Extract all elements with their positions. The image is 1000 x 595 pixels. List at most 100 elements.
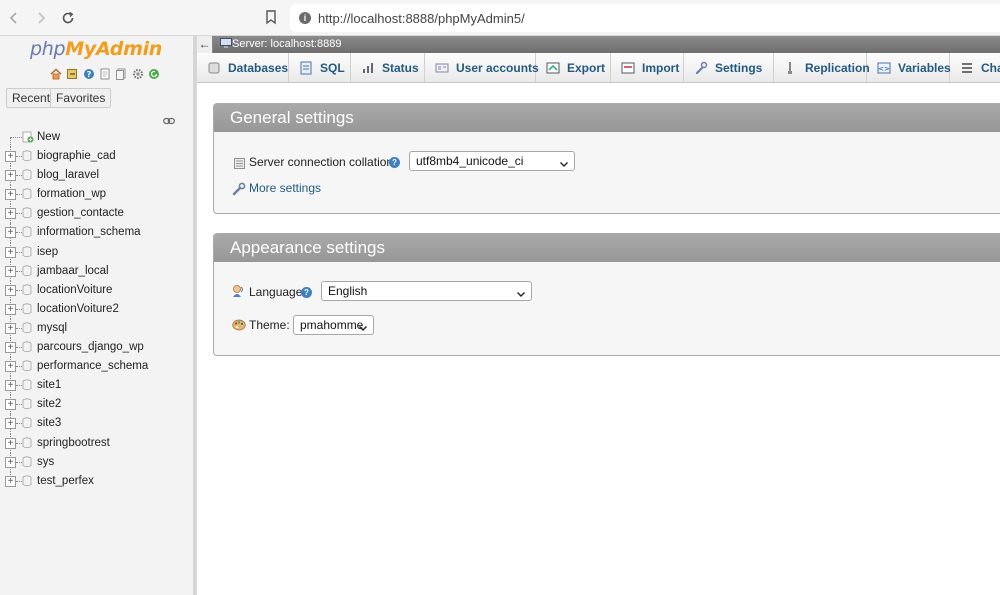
tree-item-new[interactable]: New [0, 128, 193, 147]
database-icon [22, 207, 32, 219]
panel-resizer[interactable] [193, 36, 197, 595]
favorites-button[interactable]: Favorites [50, 88, 112, 108]
tree-item-database[interactable]: + sys [0, 452, 193, 472]
expand-plus-icon[interactable]: + [5, 399, 16, 411]
tree-item-label[interactable]: site1 [37, 379, 61, 391]
tree-item-database[interactable]: + gestion_contacte [0, 204, 193, 224]
expand-plus-icon[interactable]: + [5, 189, 16, 201]
expand-plus-icon[interactable]: + [5, 475, 16, 487]
tree-item-database[interactable]: + site3 [0, 414, 193, 434]
tree-item-database[interactable]: + locationVoiture [0, 280, 193, 300]
copy-icon[interactable] [115, 68, 127, 80]
expand-plus-icon[interactable]: + [5, 342, 16, 354]
tree-item-label[interactable]: sys [37, 456, 54, 468]
expand-plus-icon[interactable]: + [5, 284, 16, 296]
database-icon [22, 169, 32, 181]
database-icon [22, 417, 32, 429]
expand-plus-icon[interactable]: + [5, 322, 16, 334]
expand-plus-icon[interactable]: + [5, 208, 16, 220]
expand-plus-icon[interactable]: + [5, 246, 16, 258]
tab-export[interactable]: Export [536, 53, 611, 82]
reload-icon[interactable] [60, 10, 76, 26]
tree-item-database[interactable]: + site1 [0, 376, 193, 396]
tree-item-label[interactable]: site3 [37, 417, 61, 429]
database-tree: New + biographie_cad + blog_laravel + formati… [0, 128, 193, 491]
tree-item-label[interactable]: locationVoiture2 [37, 303, 119, 315]
back-arrow-icon[interactable] [6, 10, 22, 26]
tree-item-label[interactable]: springbootrest [37, 437, 110, 449]
expand-plus-icon[interactable]: + [5, 418, 16, 430]
expand-plus-icon[interactable]: + [5, 456, 16, 468]
tree-item-database[interactable]: + mysql [0, 318, 193, 339]
export-icon [546, 61, 560, 75]
tree-item-label[interactable]: performance_schema [37, 360, 148, 372]
tree-item-label[interactable]: biographie_cad [37, 150, 116, 162]
tab-status[interactable]: Status [351, 53, 425, 82]
address-bar[interactable]: i http://localhost:8888/phpMyAdmin5/ [290, 4, 1000, 32]
expand-plus-icon[interactable]: + [5, 361, 16, 373]
tree-item-database[interactable]: + information_schema [0, 223, 193, 243]
status-icon [361, 61, 375, 75]
tree-item-label[interactable]: information_schema [37, 226, 141, 238]
help-icon[interactable]: ? [389, 157, 400, 168]
tree-item-label[interactable]: locationVoiture [37, 284, 112, 296]
help-icon[interactable]: ? [301, 287, 312, 298]
expand-plus-icon[interactable]: + [5, 380, 16, 392]
recent-button[interactable]: Recent [6, 88, 57, 108]
theme-select[interactable]: pmahomme [293, 315, 374, 335]
tree-item-label[interactable]: blog_laravel [37, 169, 99, 181]
tab-replication[interactable]: Replication [774, 53, 870, 82]
tab-import[interactable]: Import [611, 53, 684, 82]
docs-icon[interactable] [99, 68, 111, 80]
tree-item-database[interactable]: + performance_schema [0, 357, 193, 377]
tree-item-label[interactable]: gestion_contacte [37, 207, 124, 219]
tab-settings[interactable]: Settings [684, 53, 774, 82]
tree-item-label[interactable]: parcours_django_wp [37, 341, 144, 353]
database-icon [22, 226, 32, 238]
more-settings-link[interactable]: More settings [249, 181, 321, 195]
help-icon[interactable]: ? [83, 68, 95, 80]
tree-item-database[interactable]: + isep [0, 242, 193, 262]
expand-plus-icon[interactable]: + [5, 170, 16, 182]
tree-item-label[interactable]: isep [37, 246, 58, 258]
info-icon[interactable]: i [299, 12, 311, 24]
tree-item-label[interactable]: test_perfex [37, 475, 94, 487]
tab-databases[interactable]: Databases [197, 53, 289, 82]
tree-item-database[interactable]: + springbootrest [0, 433, 193, 453]
tree-item-label[interactable]: site2 [37, 398, 61, 410]
tab-cha[interactable]: Cha [950, 53, 1000, 82]
tree-item-database[interactable]: + site2 [0, 395, 193, 415]
collation-select[interactable]: utf8mb4_unicode_ci [409, 151, 575, 171]
collapse-arrow-icon[interactable]: ← [197, 36, 213, 53]
tree-item-database[interactable]: + locationVoiture2 [0, 299, 193, 319]
tree-item-database[interactable]: + blog_laravel [0, 166, 193, 186]
expand-plus-icon[interactable]: + [5, 151, 16, 163]
expand-plus-icon[interactable]: + [5, 265, 16, 277]
phpmyadmin-logo[interactable]: phpMyAdmin [30, 38, 162, 60]
tree-item-database[interactable]: + test_perfex [0, 471, 193, 491]
home-icon[interactable] [50, 68, 62, 80]
tree-item-label[interactable]: mysql [37, 322, 67, 334]
expand-plus-icon[interactable]: + [5, 227, 16, 239]
tree-item-database[interactable]: + jambaar_local [0, 261, 193, 281]
tree-item-database[interactable]: + parcours_django_wp [0, 338, 193, 358]
database-icon [22, 437, 32, 449]
expand-plus-icon[interactable]: + [5, 303, 16, 315]
tree-item-database[interactable]: + biographie_cad [0, 147, 193, 167]
tab-variables[interactable]: <> Variables [867, 53, 951, 82]
tree-item-database[interactable]: + formation_wp [0, 185, 193, 205]
forward-arrow-icon[interactable] [33, 10, 49, 26]
link-icon[interactable] [163, 114, 175, 125]
logout-icon[interactable] [66, 68, 78, 80]
language-select[interactable]: English [321, 281, 532, 301]
tab-sql[interactable]: SQL [289, 53, 351, 82]
bookmark-icon[interactable] [264, 9, 278, 25]
tree-item-label[interactable]: jambaar_local [37, 265, 109, 277]
server-link[interactable]: Server: localhost:8889 [232, 38, 341, 50]
reload-icon[interactable] [148, 68, 160, 80]
settings-icon[interactable] [132, 68, 144, 80]
tree-item-label[interactable]: formation_wp [37, 188, 106, 200]
expand-plus-icon[interactable]: + [5, 437, 16, 449]
tree-item-label: New [37, 131, 61, 143]
tab-user-accounts[interactable]: User accounts [425, 53, 539, 82]
